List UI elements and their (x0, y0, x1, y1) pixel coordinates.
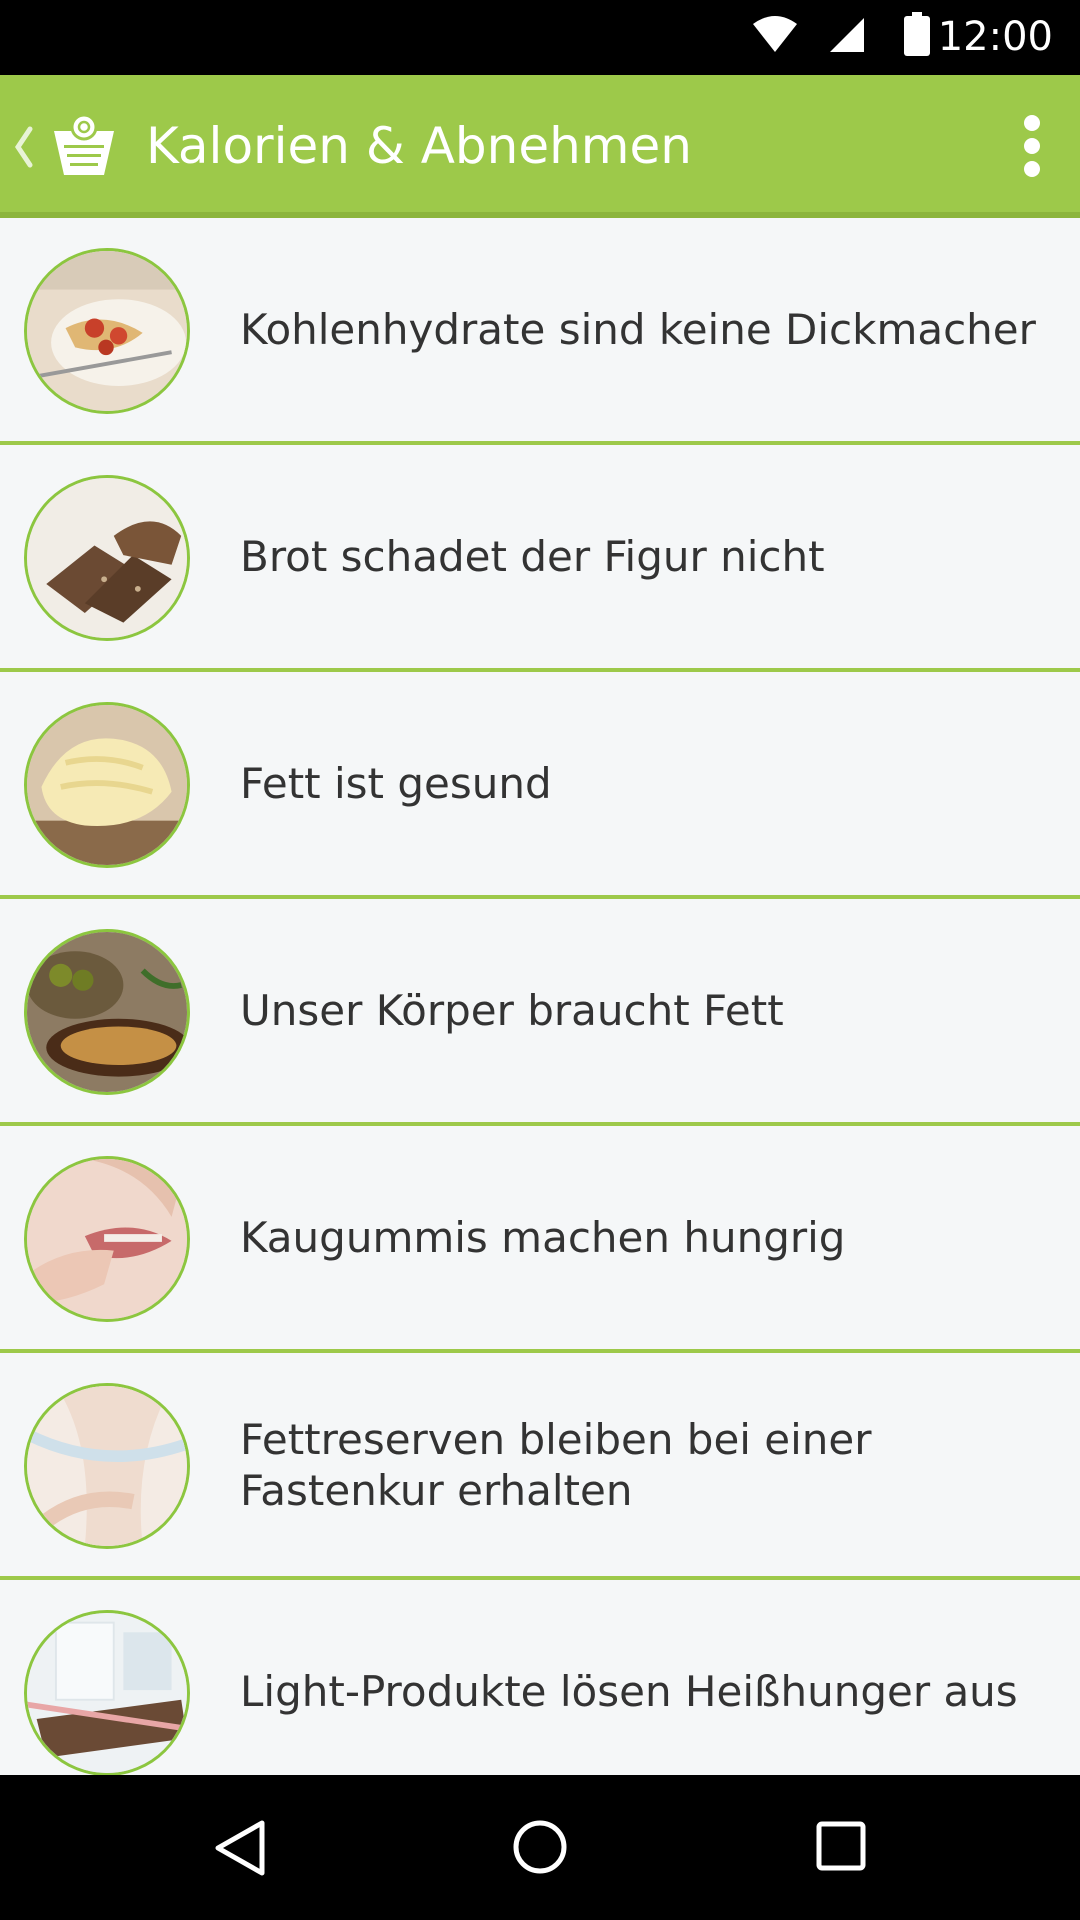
scale-logo-icon (54, 113, 114, 175)
article-list: Kohlenhydrate sind keine Dickmacher Brot… (0, 218, 1080, 1775)
item-label: Kaugummis machen hungrig (240, 1213, 846, 1262)
overflow-menu-icon[interactable] (1020, 115, 1044, 177)
item-label: Fett ist gesund (240, 759, 552, 808)
wifi-icon (753, 16, 797, 52)
butter-photo (24, 702, 190, 868)
olive-oil-photo (24, 929, 190, 1095)
list-item[interactable]: Kaugummis machen hungrig (0, 1126, 1080, 1353)
list-item[interactable]: Unser Körper braucht Fett (0, 899, 1080, 1126)
menu-dot (1024, 161, 1040, 177)
list-item[interactable]: Fettreserven bleiben bei einer Fastenkur… (0, 1353, 1080, 1580)
status-bar: 12:00 (0, 0, 1080, 75)
item-label: Fettreserven bleiben bei einer Fastenkur… (240, 1414, 872, 1515)
list-item[interactable]: Kohlenhydrate sind keine Dickmacher (0, 218, 1080, 445)
pasta-photo (24, 248, 190, 414)
cell-signal-icon (830, 18, 864, 52)
app-bar: Kalorien & Abnehmen (0, 75, 1080, 218)
menu-dot (1024, 138, 1040, 154)
home-circle-icon[interactable] (512, 1819, 568, 1875)
bread-photo (24, 475, 190, 641)
menu-dot (1024, 115, 1040, 131)
list-item[interactable]: Light-Produkte lösen Heißhunger aus (0, 1580, 1080, 1775)
back-triangle-icon[interactable] (212, 1819, 268, 1877)
system-nav-bar (0, 1775, 1080, 1920)
item-label: Unser Körper braucht Fett (240, 986, 784, 1035)
item-label: Brot schadet der Figur nicht (240, 532, 825, 581)
measuring-tape-photo (24, 1383, 190, 1549)
light-products-photo (24, 1610, 190, 1775)
recents-square-icon[interactable] (816, 1821, 866, 1871)
back-chevron-icon[interactable] (12, 123, 36, 171)
chewing-gum-photo (24, 1156, 190, 1322)
item-label: Light-Produkte lösen Heißhunger aus (240, 1667, 1018, 1716)
battery-icon (904, 12, 930, 56)
list-item[interactable]: Fett ist gesund (0, 672, 1080, 899)
item-label: Kohlenhydrate sind keine Dickmacher (240, 305, 1036, 354)
status-time: 12:00 (937, 14, 1053, 60)
list-item[interactable]: Brot schadet der Figur nicht (0, 445, 1080, 672)
app-title: Kalorien & Abnehmen (146, 117, 692, 175)
